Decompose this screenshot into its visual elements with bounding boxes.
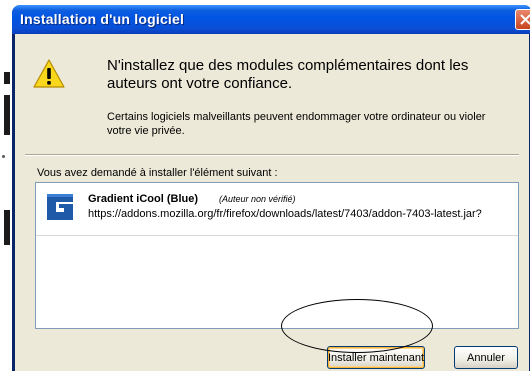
install-now-button[interactable]: Installer maintenant (327, 346, 425, 369)
window-title: Installation d'un logiciel (20, 11, 185, 27)
background-artifact (4, 95, 10, 135)
background-artifact (4, 210, 10, 245)
section-divider (25, 154, 519, 156)
install-request-label: Vous avez demandé à installer l'élément … (37, 167, 278, 179)
title-bar[interactable]: Installation d'un logiciel (12, 5, 530, 34)
install-item-list[interactable]: Gradient iCool (Blue) (Auteur non vérifi… (35, 182, 519, 329)
close-icon (520, 14, 530, 25)
background-artifact (2, 155, 5, 158)
warning-text: Certains logiciels malveillants peuvent … (107, 111, 486, 137)
addon-author-note: (Auteur non vérifié) (219, 194, 296, 204)
gradient-icool-logo-icon (47, 194, 73, 220)
close-button[interactable] (515, 9, 530, 30)
cancel-button[interactable]: Annuler (454, 346, 518, 369)
addon-url: https://addons.mozilla.org/fr/firefox/do… (88, 208, 482, 220)
warning-icon (33, 59, 65, 88)
warning-heading: N'installez que des modules complémentai… (107, 57, 469, 92)
background-artifact (4, 72, 10, 84)
install-dialog: Installation d'un logiciel N'installez q… (12, 5, 530, 371)
addon-name: Gradient iCool (Blue) (88, 193, 198, 205)
dialog-body: N'installez que des modules complémentai… (15, 34, 529, 371)
list-item[interactable]: Gradient iCool (Blue) (Auteur non vérifi… (36, 183, 518, 236)
